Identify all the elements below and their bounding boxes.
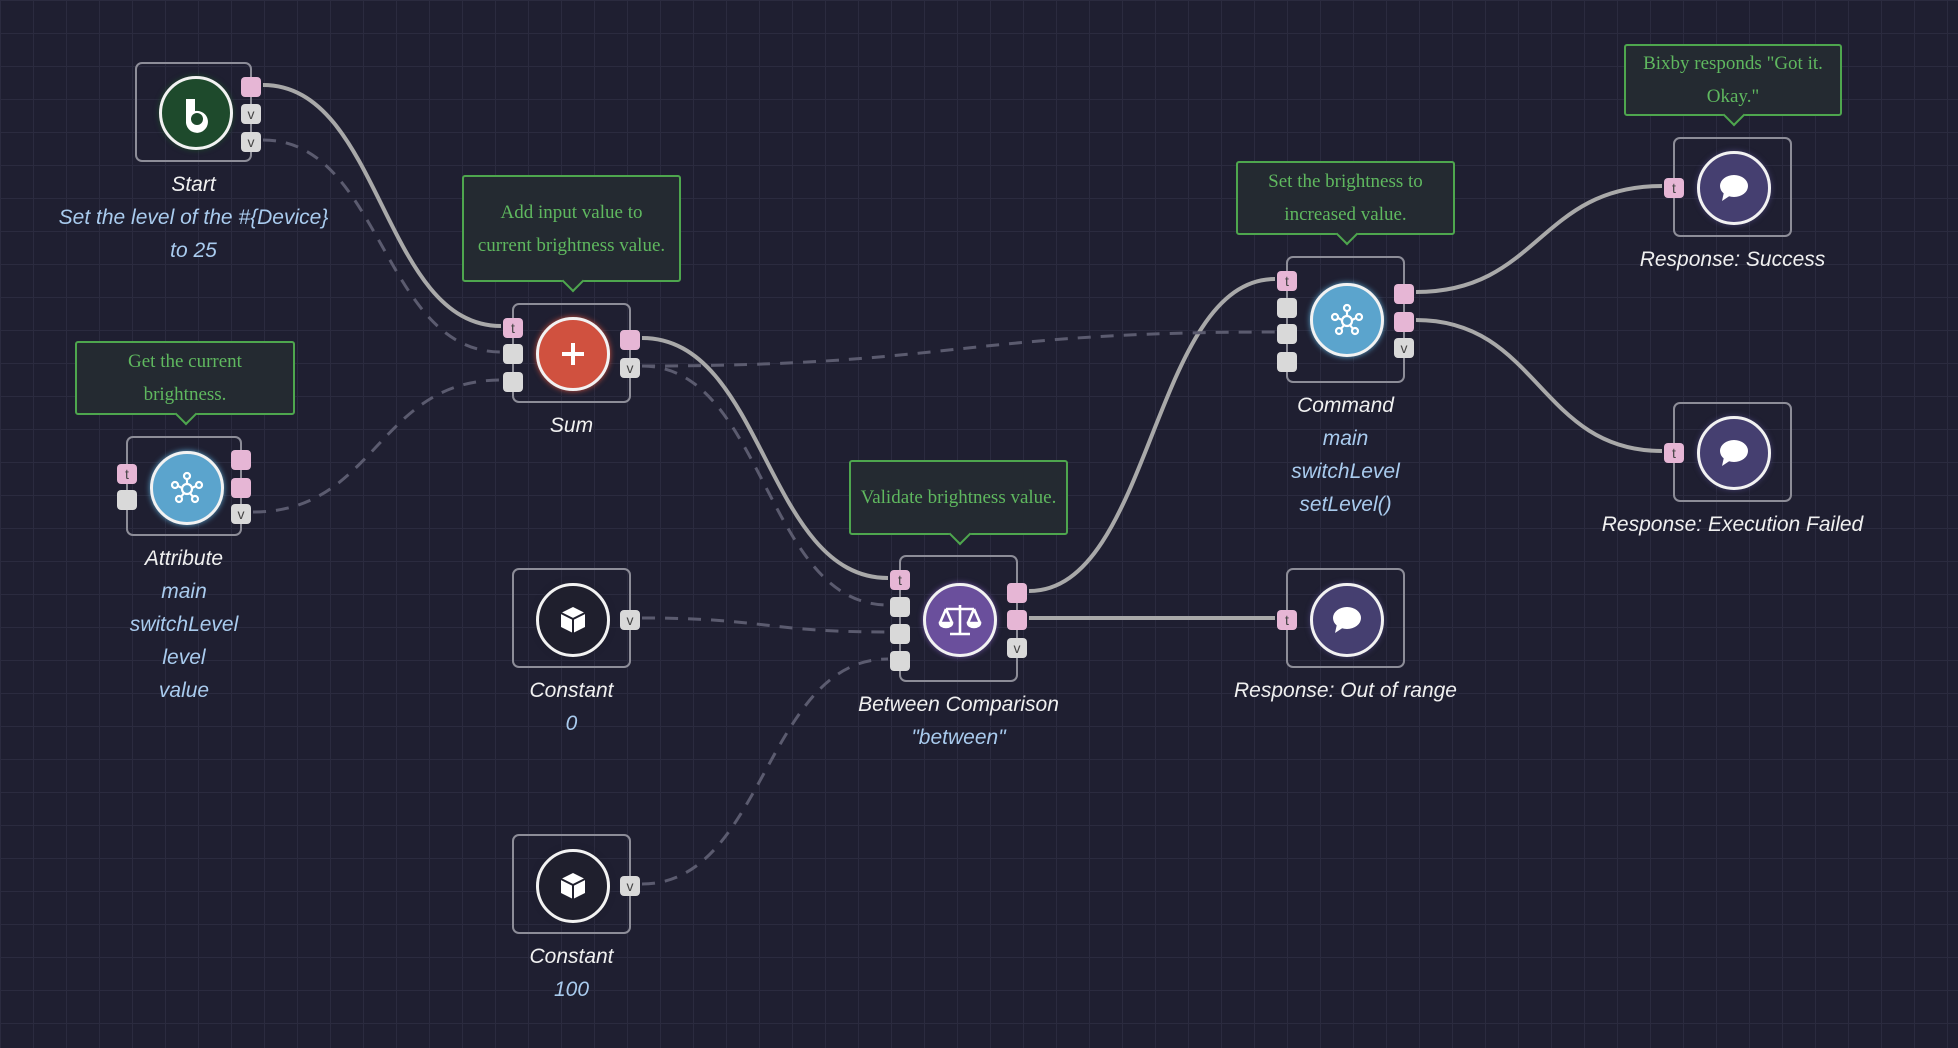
node-title: Constant [529,679,614,702]
value-port-in[interactable] [1277,324,1297,344]
node-start[interactable]: v v Start Set the level of the #{Device} to … [59,62,328,262]
node-constant100[interactable]: v Constant 100 [512,834,640,1001]
node-labels: Response: Out of range [1234,674,1457,707]
value-port-out[interactable]: v [620,876,640,896]
trigger-port-in[interactable]: t [1664,178,1684,198]
value-port-out[interactable]: v [241,132,261,152]
comment-command: Set the brightness to increased value. [1236,161,1455,235]
flow-connection[interactable] [641,336,889,580]
node-title: Start [171,173,216,196]
value-port-in[interactable] [117,490,137,510]
chat-bubble-icon [1697,151,1771,225]
plus-icon [536,317,610,391]
node-subtitle: switchLevel [1291,460,1400,483]
trigger-port-out[interactable] [620,330,640,350]
node-subtitle: switchLevel [129,613,239,636]
node-sum[interactable]: t v Sum [503,303,640,437]
value-connection[interactable] [641,330,1276,368]
node-subtitle: Set the level of the #{Device} [58,206,329,229]
comment-between: Validate brightness value. [849,460,1068,535]
value-port-in[interactable] [890,651,910,671]
node-subtitle: to 25 [170,239,217,262]
node-title: Between Comparison [858,693,1059,716]
node-between[interactable]: t v Between Comparison "between" [858,555,1059,749]
flow-connection[interactable] [1028,277,1276,593]
node-title: Response: Execution Failed [1601,513,1864,536]
trigger-port-out[interactable] [241,77,261,97]
trigger-port-in[interactable]: t [890,570,910,590]
node-labels: Response: Execution Failed [1602,508,1864,541]
trigger-port-in[interactable]: t [1277,271,1297,291]
value-port-out[interactable]: v [1007,638,1027,658]
node-labels: Start Set the level of the #{Device} to 25 [59,168,329,267]
node-labels: Constant 0 [529,674,613,740]
trigger-port-in[interactable]: t [503,318,523,338]
node-constant0[interactable]: v Constant 0 [512,568,640,735]
node-subtitle: main [1322,427,1369,450]
node-title: Constant [529,945,614,968]
node-subtitle: value [158,679,210,702]
node-failed[interactable]: t Response: Execution Failed [1602,402,1863,536]
value-port-in[interactable] [1277,298,1297,318]
node-labels: Response: Success [1640,243,1826,276]
trigger-port-out[interactable] [1007,610,1027,630]
comment-attribute: Get the current brightness. [75,341,295,415]
trigger-port-out[interactable] [1394,284,1414,304]
value-port-in[interactable] [890,597,910,617]
node-labels: Constant 100 [529,940,613,1006]
value-port-in[interactable] [890,624,910,644]
cube-icon [536,583,610,657]
node-title: Attribute [144,547,224,570]
node-subtitle: setLevel() [1299,493,1392,516]
comment-success: Bixby responds "Got it. Okay." [1624,44,1842,116]
node-out_of_range[interactable]: t Response: Out of range [1234,568,1457,702]
network-icon [150,451,224,525]
node-attribute[interactable]: t v Attribute main switchLevel level value [117,436,251,702]
balance-scale-icon [923,583,997,657]
flow-connection[interactable] [1415,318,1663,453]
trigger-port-out[interactable] [1394,312,1414,332]
bixby-icon [159,76,233,150]
node-title: Response: Success [1639,248,1826,271]
cube-icon [536,849,610,923]
node-subtitle: 100 [553,978,590,1001]
node-success[interactable]: t Response: Success [1640,137,1825,271]
node-labels: Between Comparison "between" [858,688,1059,754]
chat-bubble-icon [1697,416,1771,490]
value-connection[interactable] [641,616,889,634]
trigger-port-out[interactable] [231,478,251,498]
node-subtitle: "between" [911,726,1006,749]
value-port-in[interactable] [503,372,523,392]
value-port-out[interactable]: v [231,504,251,524]
node-subtitle: level [162,646,206,669]
value-port-out[interactable]: v [620,358,640,378]
node-title: Response: Out of range [1234,679,1457,702]
trigger-port-in[interactable]: t [1664,443,1684,463]
node-labels: Command main switchLevel setLevel() [1291,389,1400,521]
trigger-port-out[interactable] [231,450,251,470]
node-subtitle: main [161,580,207,603]
network-icon [1310,283,1384,357]
node-command[interactable]: t v Command main switchLevel setLevel() [1277,256,1414,516]
value-port-out[interactable]: v [241,104,261,124]
trigger-port-out[interactable] [1007,583,1027,603]
value-port-out[interactable]: v [620,610,640,630]
value-port-in[interactable] [503,344,523,364]
node-labels: Sum [550,409,593,442]
node-title: Command [1297,394,1394,417]
node-labels: Attribute main switchLevel level value [130,542,239,707]
chat-bubble-icon [1310,583,1384,657]
trigger-port-in[interactable]: t [117,464,137,484]
node-subtitle: 0 [565,712,578,735]
comment-sum: Add input value to current brightness va… [462,175,681,282]
node-title: Sum [549,414,594,437]
trigger-port-in[interactable]: t [1277,610,1297,630]
value-port-in[interactable] [1277,352,1297,372]
value-connection[interactable] [641,657,889,886]
value-port-out[interactable]: v [1394,338,1414,358]
